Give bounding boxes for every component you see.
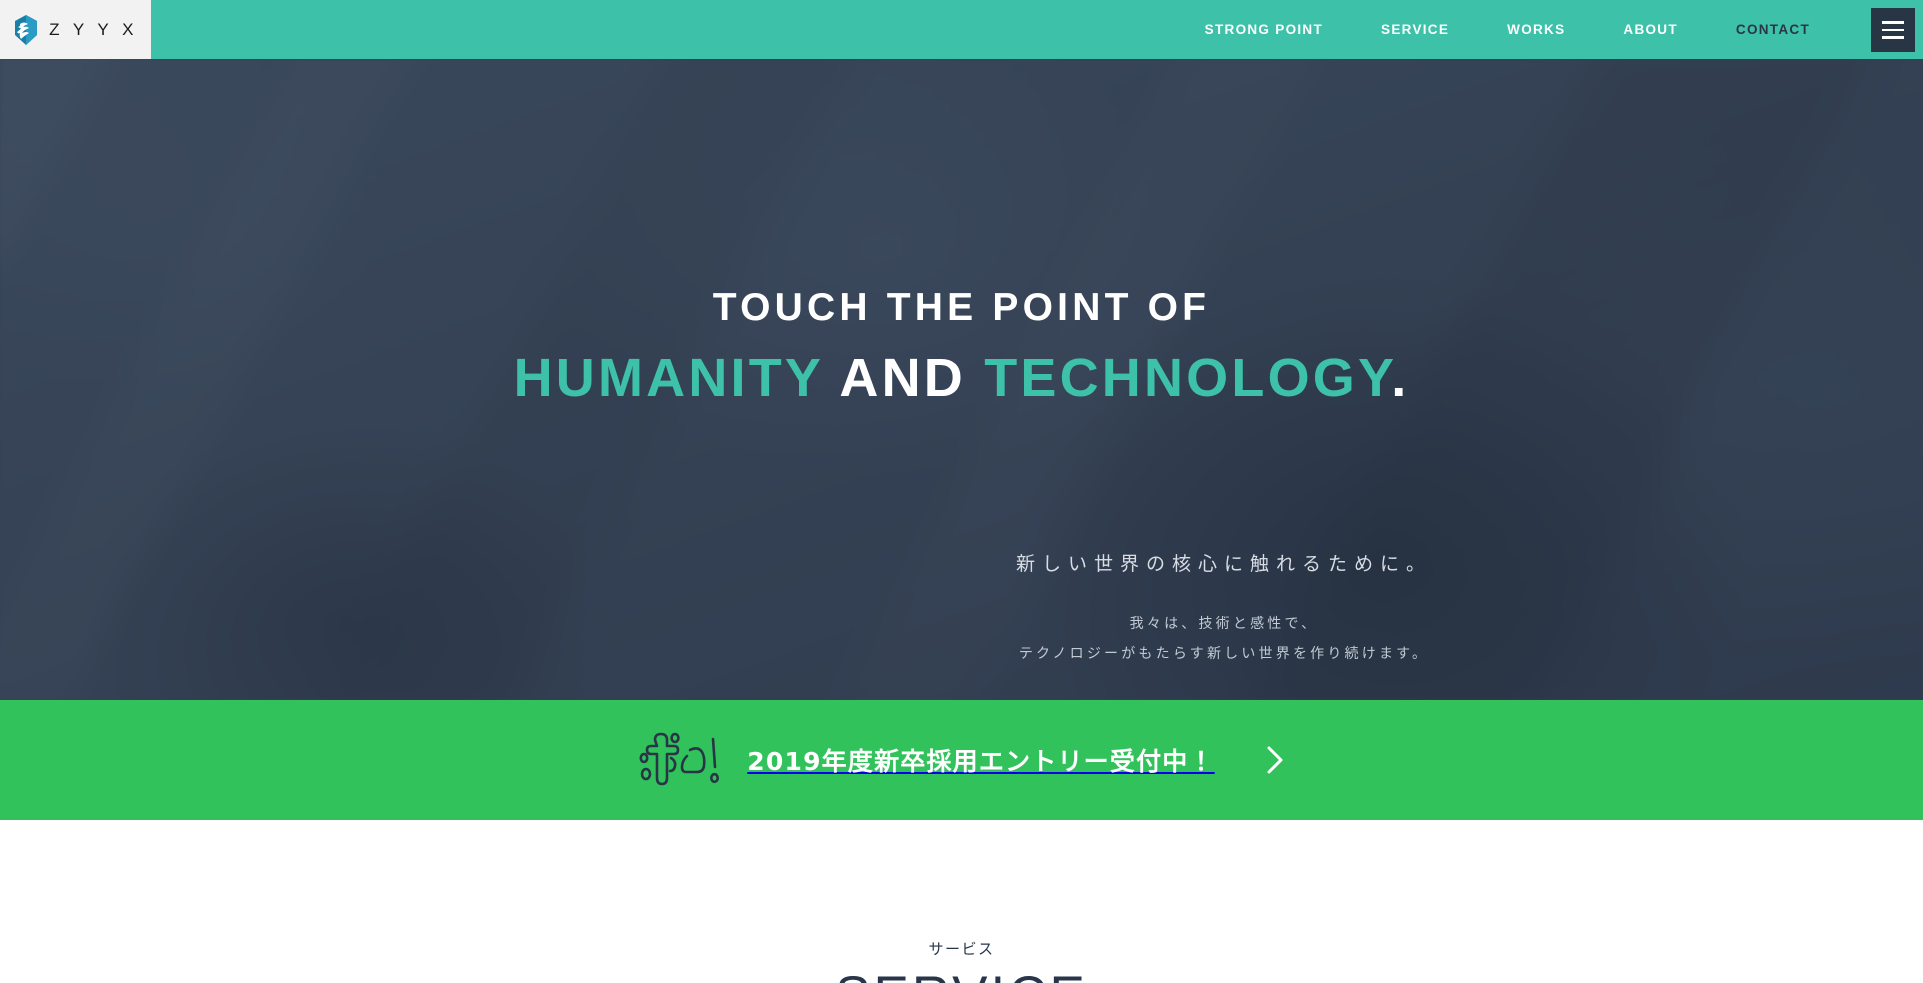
hero-title-line1: TOUCH THE POINT OF	[712, 286, 1211, 329]
service-section-subtitle: サービス	[928, 940, 995, 958]
service-section-title: SERVICE	[0, 968, 1923, 983]
hero-lead-sub-line1: 我々は、技術と感性で、	[1129, 616, 1319, 632]
hero-title-line2: HUMANITY AND TECHNOLOGY.	[0, 347, 1923, 409]
hamburger-bar	[1882, 28, 1904, 32]
hamburger-bar	[1882, 21, 1904, 24]
service-section: サービス SERVICE	[0, 820, 1923, 983]
chevron-right-icon	[1267, 746, 1283, 774]
hero-title-period: .	[1391, 348, 1410, 408]
hero-lead-main: 新しい世界の核心に触れるために。	[1015, 553, 1432, 575]
site-header: Z Y Y X STRONG POINT SERVICE WORKS ABOUT…	[0, 0, 1923, 59]
hamburger-menu-icon[interactable]	[1871, 8, 1915, 52]
hero-title-and: AND	[839, 348, 966, 408]
zyyx-logo-icon	[15, 14, 38, 45]
hero-section: TOUCH THE POINT OF HUMANITY AND TECHNOLO…	[0, 59, 1923, 700]
logo[interactable]: Z Y Y X	[0, 0, 151, 59]
hero-lead-sub: 我々は、技術と感性で、 テクノロジーがもたらす新しい世界を作り続けます。	[0, 609, 1923, 669]
nav-item-strong-point[interactable]: STRONG POINT	[1176, 0, 1352, 59]
main-navigation: STRONG POINT SERVICE WORKS ABOUT CONTACT	[1176, 0, 1839, 59]
hero-title-humanity: HUMANITY	[513, 348, 824, 408]
nav-item-about[interactable]: ABOUT	[1594, 0, 1707, 59]
recruit-banner-content: 2019年度新卒採用エントリー受付中！	[637, 727, 1285, 793]
recruit-banner-text: 2019年度新卒採用エントリー受付中！	[747, 747, 1215, 776]
nav-item-works[interactable]: WORKS	[1478, 0, 1594, 59]
logo-text: Z Y Y X	[49, 20, 138, 39]
hero-title-technology: TECHNOLOGY	[984, 348, 1392, 408]
recruit-banner[interactable]: 2019年度新卒採用エントリー受付中！	[0, 700, 1923, 820]
nav-item-service[interactable]: SERVICE	[1352, 0, 1478, 59]
hero-lead-sub-line2: テクノロジーがもたらす新しい世界を作り続けます。	[1018, 646, 1430, 662]
nav-item-contact[interactable]: CONTACT	[1707, 0, 1839, 59]
hero-content: TOUCH THE POINT OF HUMANITY AND TECHNOLO…	[0, 59, 1923, 700]
handwritten-pomu-icon	[639, 732, 720, 786]
hamburger-bar	[1882, 36, 1904, 39]
